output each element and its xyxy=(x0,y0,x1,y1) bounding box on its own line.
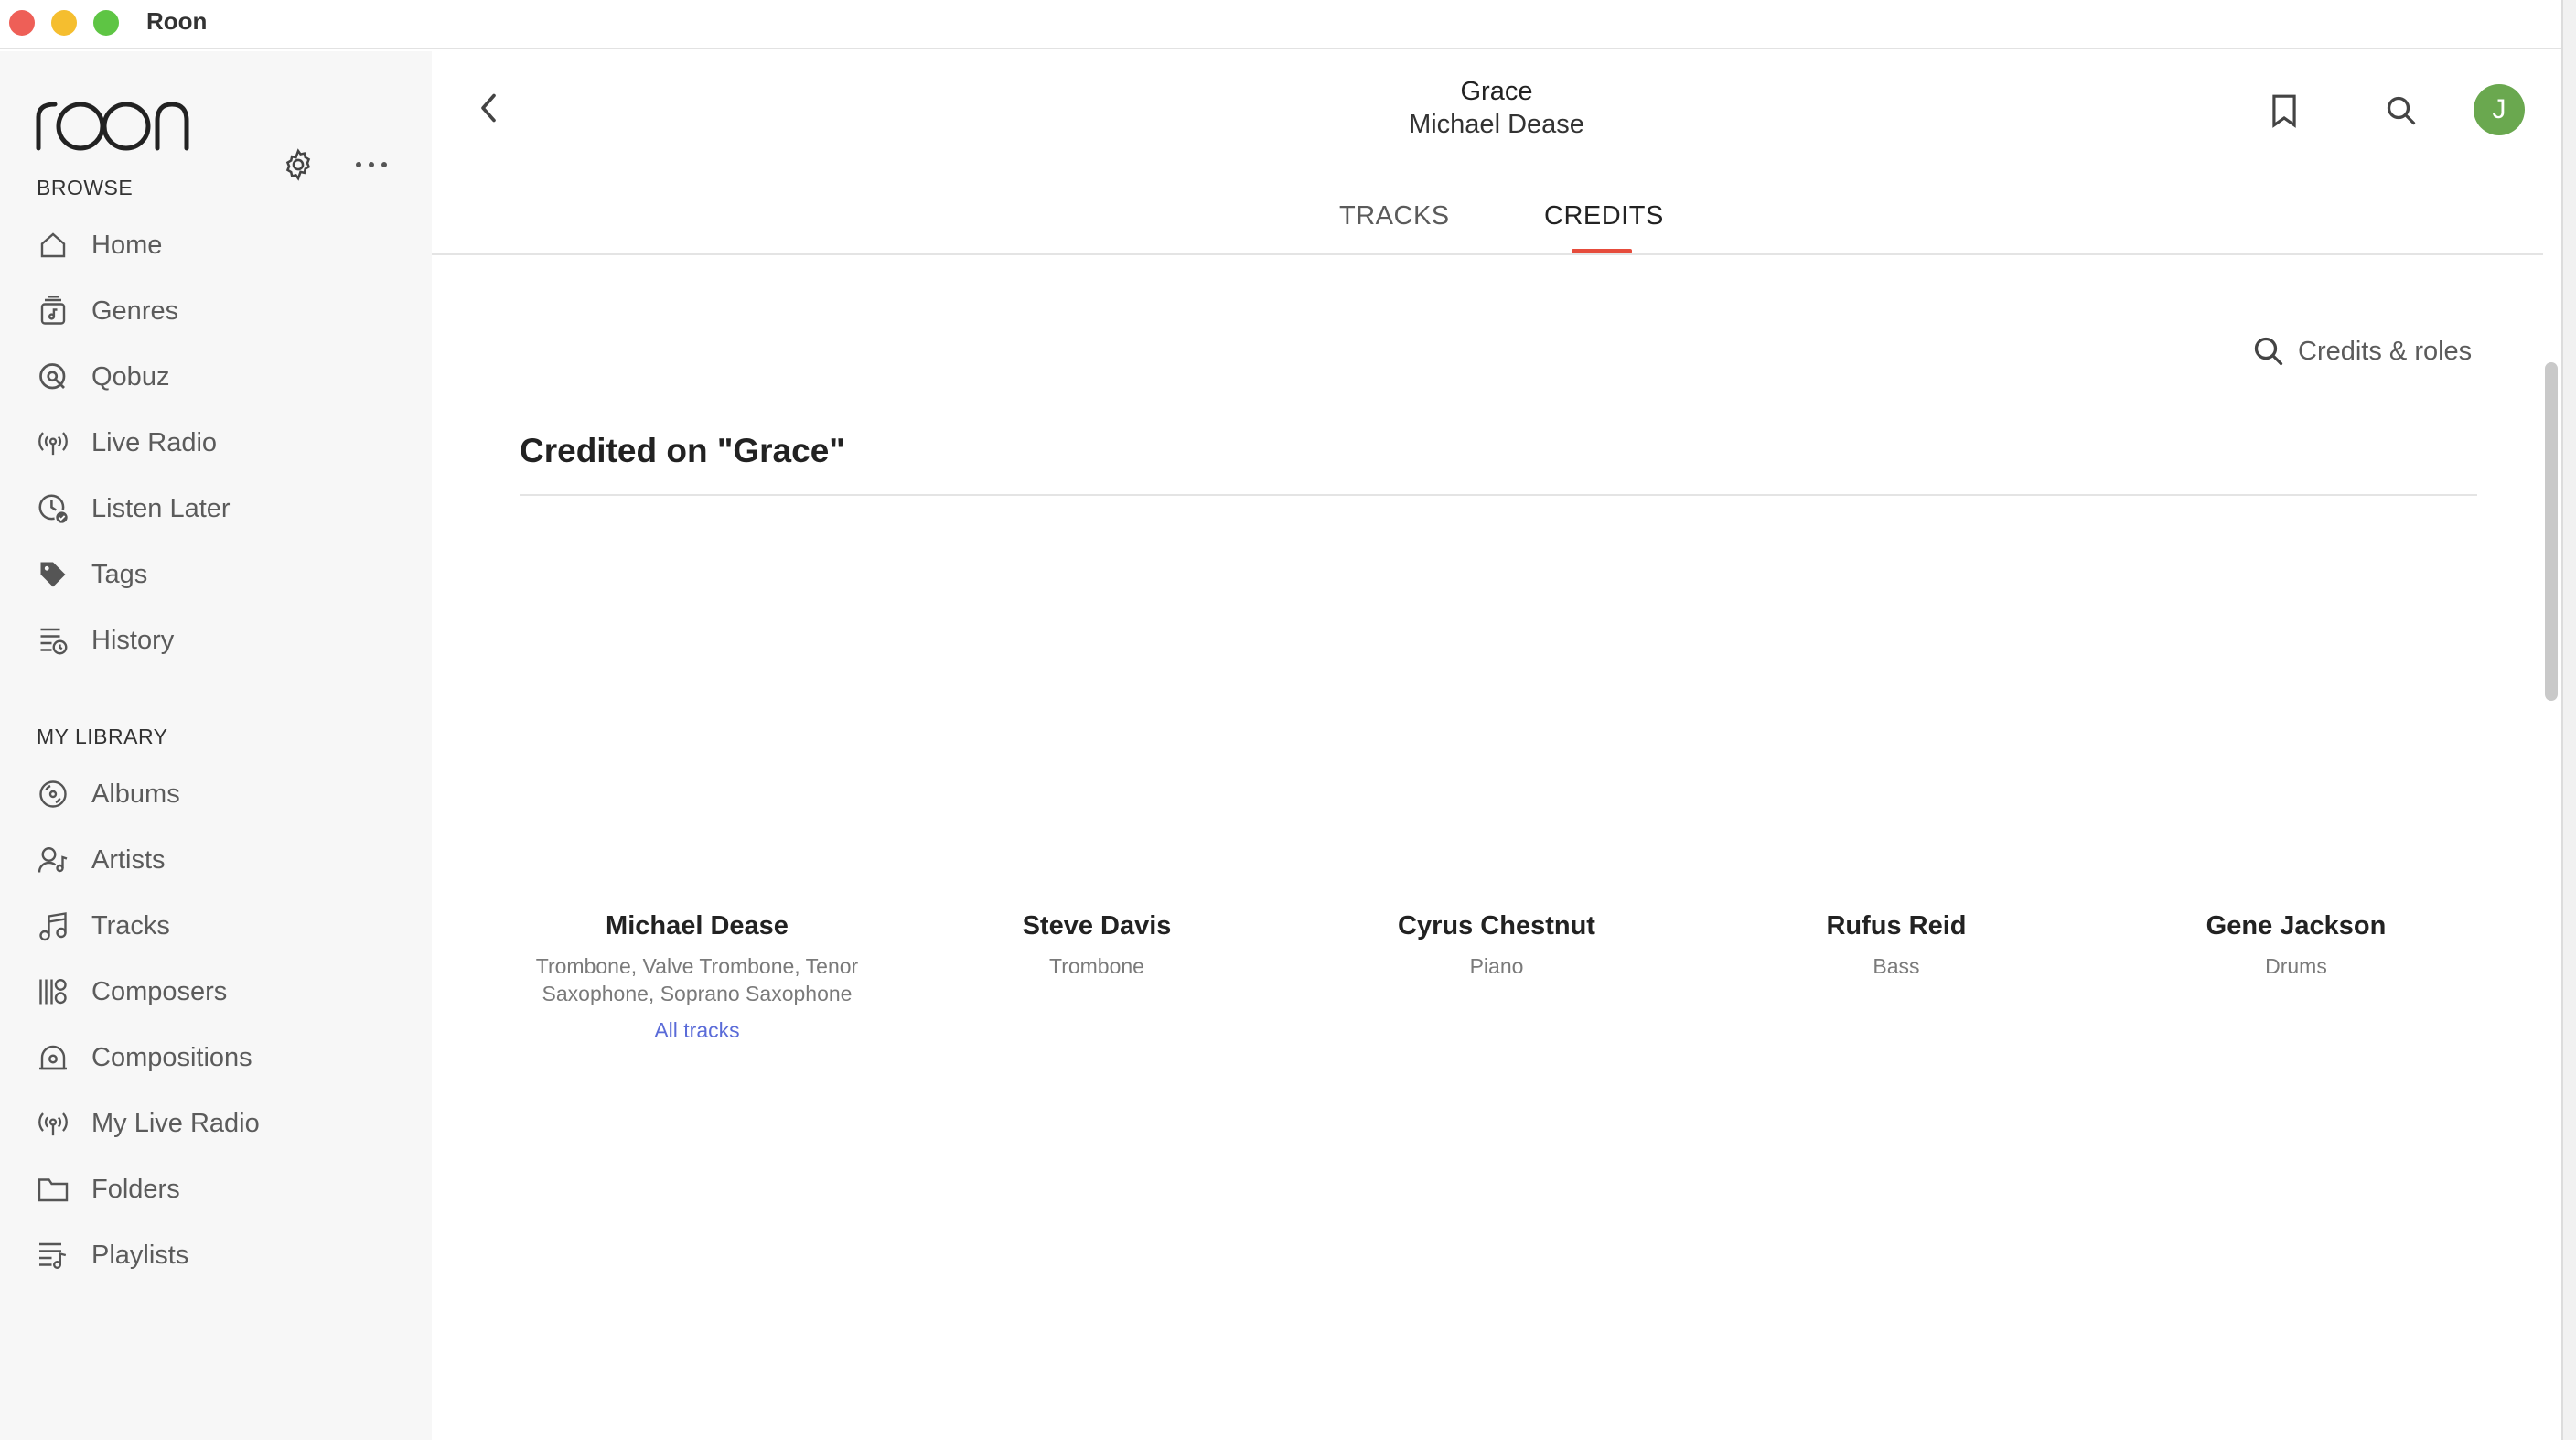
credit-name[interactable]: Michael Dease xyxy=(514,911,880,941)
sidebar-item-live-radio[interactable]: Live Radio xyxy=(33,415,417,470)
sidebar-item-label: Home xyxy=(91,230,163,260)
composition-icon xyxy=(33,1037,73,1078)
sidebar-item-label: My Live Radio xyxy=(91,1108,260,1138)
credit-role: Trombone xyxy=(1049,954,1144,978)
roon-logo: roon xyxy=(36,102,189,151)
sidebar-item-label: Live Radio xyxy=(91,427,218,457)
bookmark-icon[interactable] xyxy=(2261,88,2307,134)
genres-icon xyxy=(33,291,73,331)
tab-tracks[interactable]: TRACKS xyxy=(1339,201,1450,231)
tabs-divider xyxy=(432,253,2561,255)
credit-card[interactable]: Steve Davis Trombone xyxy=(914,911,1280,980)
user-avatar[interactable]: J xyxy=(2474,84,2525,135)
my-library-section-label: MY LIBRARY xyxy=(37,725,168,748)
scrollbar-track[interactable] xyxy=(2543,51,2561,1440)
credit-name[interactable]: Steve Davis xyxy=(914,911,1280,941)
sidebar-item-label: Albums xyxy=(91,779,180,809)
browse-section-label: BROWSE xyxy=(37,176,134,199)
credit-role: Piano xyxy=(1469,954,1524,978)
home-icon xyxy=(33,225,73,265)
listen-later-icon xyxy=(33,489,73,529)
tag-icon xyxy=(33,554,73,595)
sidebar-item-label: Compositions xyxy=(91,1042,252,1072)
search-icon[interactable] xyxy=(2378,88,2424,134)
sidebar-item-label: Qobuz xyxy=(91,361,170,392)
sidebar-item-label: Tags xyxy=(91,559,148,589)
sidebar-item-playlists[interactable]: Playlists xyxy=(33,1228,417,1283)
sidebar-item-label: Playlists xyxy=(91,1240,189,1270)
credit-card[interactable]: Gene Jackson Drums xyxy=(2113,911,2479,980)
scrollbar-thumb[interactable] xyxy=(2545,362,2558,701)
sidebar-item-qobuz[interactable]: Qobuz xyxy=(33,349,417,404)
album-artist: Michael Dease xyxy=(1409,110,1584,139)
credit-name[interactable]: Cyrus Chestnut xyxy=(1314,911,1680,941)
artist-icon xyxy=(33,840,73,880)
settings-gear-icon[interactable] xyxy=(278,145,318,185)
sidebar-item-label: Artists xyxy=(91,844,166,875)
sidebar-item-tags[interactable]: Tags xyxy=(33,547,417,602)
credit-role: Drums xyxy=(2265,954,2327,978)
sidebar-item-my-live-radio[interactable]: My Live Radio xyxy=(33,1096,417,1151)
main-content: Grace Michael Dease J TRACKS CREDITS Cre… xyxy=(432,51,2561,1440)
sidebar-item-genres[interactable]: Genres xyxy=(33,284,417,339)
credits-roles-search[interactable]: Credits & roles xyxy=(2252,329,2472,373)
sidebar-item-label: Listen Later xyxy=(91,493,231,523)
sidebar: roon BROWSE Home Genres xyxy=(0,51,432,1440)
heading-divider xyxy=(520,494,2477,496)
title-bar: Roon xyxy=(0,0,2576,49)
sidebar-item-home[interactable]: Home xyxy=(33,218,417,273)
sidebar-item-albums[interactable]: Albums xyxy=(33,767,417,822)
window-close-button[interactable] xyxy=(9,10,35,36)
radio-icon xyxy=(33,423,73,463)
credit-role: Trombone, Valve Trombone, Tenor Saxophon… xyxy=(535,954,859,1005)
more-options-icon[interactable] xyxy=(351,145,392,185)
window-title: Roon xyxy=(146,7,208,35)
sidebar-item-label: History xyxy=(91,625,175,655)
window-maximize-button[interactable] xyxy=(93,10,119,36)
composer-icon xyxy=(33,972,73,1012)
section-heading: Credited on "Grace" xyxy=(520,432,845,469)
qobuz-icon xyxy=(33,357,73,397)
sidebar-item-label: Tracks xyxy=(91,910,170,940)
tab-bar: TRACKS CREDITS xyxy=(432,201,2561,256)
music-note-icon xyxy=(33,906,73,946)
sidebar-item-artists[interactable]: Artists xyxy=(33,833,417,887)
sidebar-item-listen-later[interactable]: Listen Later xyxy=(33,481,417,536)
tab-credits[interactable]: CREDITS xyxy=(1544,201,1664,231)
album-icon xyxy=(33,774,73,814)
history-icon xyxy=(33,620,73,661)
credit-card[interactable]: Rufus Reid Bass xyxy=(1713,911,2079,980)
all-tracks-link[interactable]: All tracks xyxy=(654,1018,739,1043)
credit-card[interactable]: Michael Dease Trombone, Valve Trombone, … xyxy=(514,911,880,1043)
window-minimize-button[interactable] xyxy=(51,10,77,36)
window-edge xyxy=(2561,0,2576,1440)
sidebar-item-folders[interactable]: Folders xyxy=(33,1162,417,1217)
credits-roles-label: Credits & roles xyxy=(2298,336,2473,366)
album-title: Grace xyxy=(1460,77,1533,106)
sidebar-item-compositions[interactable]: Compositions xyxy=(33,1030,417,1085)
folder-icon xyxy=(33,1169,73,1209)
credit-name[interactable]: Gene Jackson xyxy=(2113,911,2479,941)
playlist-icon xyxy=(33,1235,73,1275)
sidebar-item-label: Genres xyxy=(91,296,179,326)
sidebar-item-tracks[interactable]: Tracks xyxy=(33,898,417,953)
sidebar-item-label: Folders xyxy=(91,1174,180,1204)
radio-icon xyxy=(33,1103,73,1144)
sidebar-item-label: Composers xyxy=(91,976,228,1006)
credit-role: Bass xyxy=(1873,954,1920,978)
credit-name[interactable]: Rufus Reid xyxy=(1713,911,2079,941)
search-icon xyxy=(2254,337,2283,366)
credit-card[interactable]: Cyrus Chestnut Piano xyxy=(1314,911,1680,980)
sidebar-item-composers[interactable]: Composers xyxy=(33,964,417,1019)
sidebar-item-history[interactable]: History xyxy=(33,613,417,668)
